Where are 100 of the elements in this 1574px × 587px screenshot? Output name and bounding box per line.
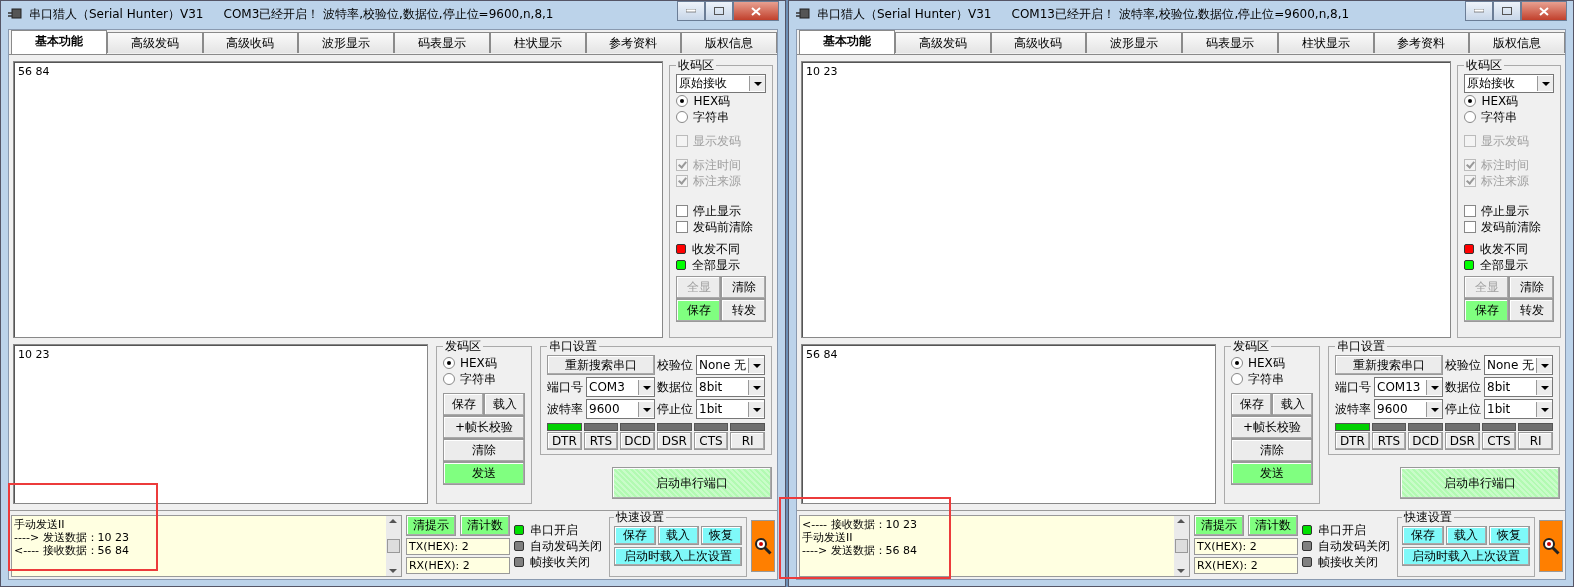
- tab[interactable]: 高级发码: [894, 32, 991, 53]
- send-panel-button[interactable]: 发送: [1231, 462, 1313, 485]
- tab[interactable]: 参考资料: [1373, 32, 1470, 53]
- send-panel-button[interactable]: 清除: [1231, 439, 1313, 462]
- checkbox-option[interactable]: 发码前清除: [676, 219, 766, 235]
- tool-button[interactable]: [751, 520, 775, 572]
- tab[interactable]: 高级收码: [202, 32, 299, 53]
- tab[interactable]: 基本功能: [799, 30, 895, 54]
- send-text-area[interactable]: 56 84: [801, 344, 1216, 504]
- radio-option[interactable]: 字符串: [676, 109, 766, 125]
- tab[interactable]: 版权信息: [1469, 32, 1565, 53]
- send-panel-button[interactable]: 载入: [484, 393, 525, 416]
- tab[interactable]: 波形显示: [1086, 32, 1182, 53]
- line-button[interactable]: DTR: [1335, 432, 1370, 450]
- line-button[interactable]: RI: [1518, 432, 1554, 450]
- tool-button[interactable]: [1539, 520, 1563, 572]
- panel-button[interactable]: 清除: [721, 276, 766, 299]
- setting-dropdown[interactable]: COM13: [1374, 377, 1443, 397]
- tab[interactable]: 参考资料: [585, 32, 682, 53]
- line-button[interactable]: CTS: [1481, 432, 1517, 450]
- rescan-button[interactable]: 重新搜索串口: [547, 355, 655, 375]
- clear-count-button[interactable]: 清计数: [1247, 515, 1298, 536]
- quick-settings-button[interactable]: 载入: [657, 526, 699, 545]
- quick-settings-button[interactable]: 载入: [1445, 526, 1487, 545]
- radio-option[interactable]: 字符串: [1464, 109, 1554, 125]
- minimize-button[interactable]: [677, 1, 705, 21]
- tab[interactable]: 高级发码: [106, 32, 203, 53]
- setting-dropdown[interactable]: 8bit: [696, 377, 765, 397]
- send-panel-button[interactable]: 保存: [1231, 393, 1272, 416]
- line-button[interactable]: DCD: [1408, 432, 1443, 450]
- receive-text-area[interactable]: 10 23: [801, 61, 1452, 338]
- log-line: 手动发送II: [802, 531, 854, 544]
- mode-dropdown[interactable]: 原始接收: [1464, 74, 1554, 93]
- start-port-button[interactable]: 启动串行端口: [1400, 467, 1560, 499]
- clear-hint-button[interactable]: 清提示: [1193, 515, 1244, 536]
- radio-option[interactable]: HEX码: [676, 93, 766, 109]
- load-on-start-button[interactable]: 启动时载入上次设置: [1402, 547, 1531, 566]
- radio-option[interactable]: HEX码: [443, 355, 525, 371]
- tab[interactable]: 码表显示: [394, 32, 490, 53]
- close-button[interactable]: [1521, 1, 1567, 21]
- line-button[interactable]: DCD: [620, 432, 655, 450]
- scrollbar[interactable]: [1173, 516, 1189, 576]
- tab[interactable]: 码表显示: [1182, 32, 1278, 53]
- setting-dropdown[interactable]: 9600: [1374, 399, 1443, 419]
- line-button[interactable]: CTS: [693, 432, 729, 450]
- radio-option[interactable]: HEX码: [1464, 93, 1554, 109]
- send-text-area[interactable]: 10 23: [13, 344, 428, 504]
- clear-count-button[interactable]: 清计数: [459, 515, 510, 536]
- receive-text-area[interactable]: 56 84: [13, 61, 664, 338]
- panel-button[interactable]: 转发: [721, 299, 766, 322]
- send-panel-button[interactable]: 发送: [443, 462, 525, 485]
- line-button[interactable]: DSR: [657, 432, 692, 450]
- tab[interactable]: 波形显示: [298, 32, 394, 53]
- send-panel-button[interactable]: 清除: [443, 439, 525, 462]
- checkbox-option[interactable]: 停止显示: [1464, 203, 1554, 219]
- setting-dropdown[interactable]: None 无: [696, 355, 765, 375]
- line-button[interactable]: DTR: [547, 432, 582, 450]
- checkbox-option[interactable]: 停止显示: [676, 203, 766, 219]
- close-button[interactable]: [733, 1, 779, 21]
- line-button[interactable]: RTS: [583, 432, 619, 450]
- radio-option[interactable]: 字符串: [1231, 371, 1313, 387]
- send-panel-button[interactable]: +帧长校验: [443, 416, 525, 439]
- checkbox-option[interactable]: 发码前清除: [1464, 219, 1554, 235]
- minimize-button[interactable]: [1465, 1, 1493, 21]
- radio-option[interactable]: HEX码: [1231, 355, 1313, 371]
- group-title: 快速设置: [1403, 509, 1454, 526]
- quick-settings-button[interactable]: 保存: [1402, 526, 1444, 545]
- panel-button[interactable]: 转发: [1509, 299, 1554, 322]
- maximize-button[interactable]: [705, 1, 733, 21]
- line-button[interactable]: RTS: [1371, 432, 1407, 450]
- tab[interactable]: 柱状显示: [1277, 32, 1374, 53]
- setting-dropdown[interactable]: 1bit: [1484, 399, 1553, 419]
- panel-button[interactable]: 清除: [1509, 276, 1554, 299]
- tab[interactable]: 柱状显示: [489, 32, 586, 53]
- send-panel-button[interactable]: +帧长校验: [1231, 416, 1313, 439]
- tab[interactable]: 基本功能: [11, 30, 107, 54]
- line-button[interactable]: RI: [730, 432, 766, 450]
- panel-button[interactable]: 保存: [676, 299, 722, 322]
- quick-settings-button[interactable]: 恢复: [700, 526, 743, 545]
- setting-dropdown[interactable]: 9600: [586, 399, 655, 419]
- setting-dropdown[interactable]: None 无: [1484, 355, 1553, 375]
- maximize-button[interactable]: [1493, 1, 1521, 21]
- tab[interactable]: 版权信息: [681, 32, 777, 53]
- mode-dropdown[interactable]: 原始接收: [676, 74, 766, 93]
- panel-button[interactable]: 保存: [1464, 299, 1510, 322]
- load-on-start-button[interactable]: 启动时载入上次设置: [614, 547, 743, 566]
- send-panel-button[interactable]: 载入: [1272, 393, 1313, 416]
- scrollbar[interactable]: [385, 516, 401, 576]
- quick-settings-button[interactable]: 恢复: [1488, 526, 1531, 545]
- start-port-button[interactable]: 启动串行端口: [612, 467, 772, 499]
- quick-settings-button[interactable]: 保存: [614, 526, 656, 545]
- line-button[interactable]: DSR: [1445, 432, 1480, 450]
- tab[interactable]: 高级收码: [990, 32, 1087, 53]
- send-panel-button[interactable]: 保存: [443, 393, 484, 416]
- setting-dropdown[interactable]: COM3: [586, 377, 655, 397]
- rescan-button[interactable]: 重新搜索串口: [1335, 355, 1443, 375]
- radio-option[interactable]: 字符串: [443, 371, 525, 387]
- clear-hint-button[interactable]: 清提示: [405, 515, 456, 536]
- setting-dropdown[interactable]: 8bit: [1484, 377, 1553, 397]
- setting-dropdown[interactable]: 1bit: [696, 399, 765, 419]
